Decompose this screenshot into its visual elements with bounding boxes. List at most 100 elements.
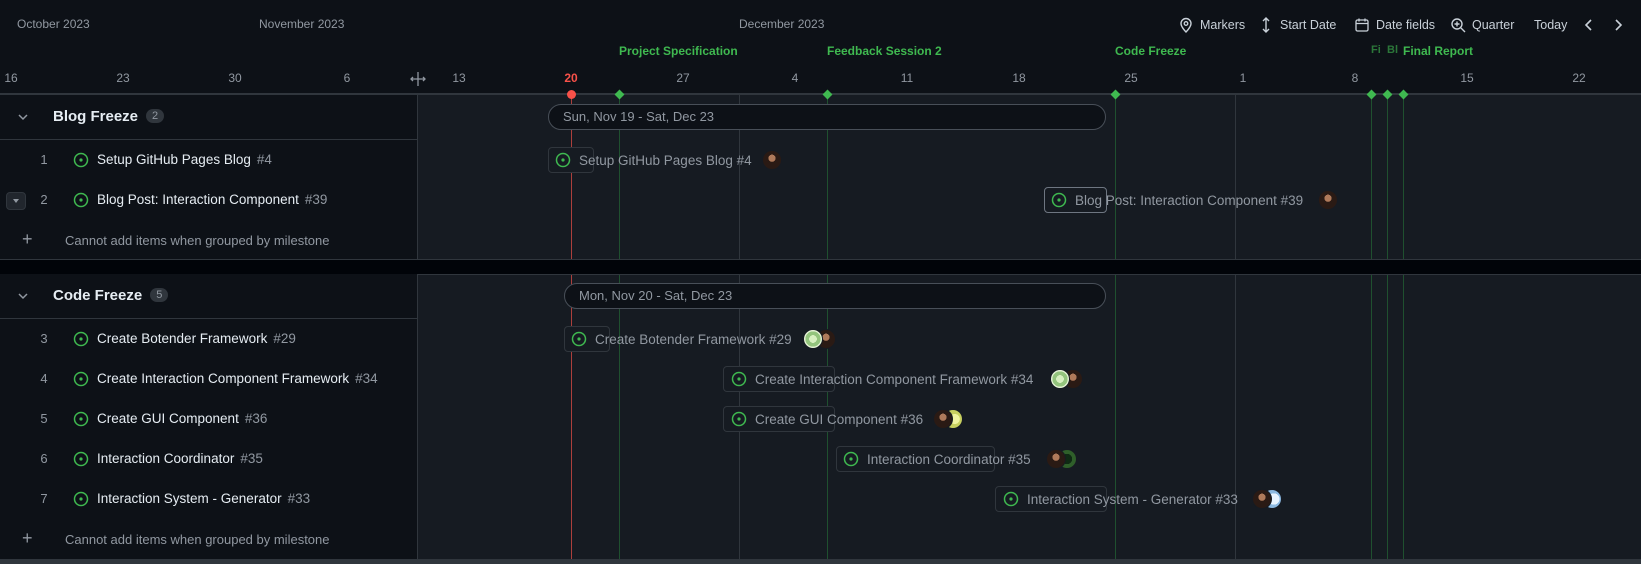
milestone-line [1403,95,1404,559]
issue-number: #35 [240,451,263,466]
issue-open-icon [73,411,89,427]
day-label: 25 [1124,71,1138,85]
chevron-down-icon[interactable] [16,289,30,303]
bar-label: Create Botender Framework #29 [595,332,792,347]
avatar[interactable] [803,329,823,349]
row-title[interactable]: Interaction Coordinator #35 [97,451,263,466]
month-label: November 2023 [259,17,345,31]
avatar[interactable] [1050,369,1070,389]
row-index: 7 [40,491,48,506]
table-row[interactable]: 1 Setup GitHub Pages Blog #4 [0,140,418,181]
row-title[interactable]: Blog Post: Interaction Component #39 [97,192,327,207]
group-header-blog-freeze[interactable]: Blog Freeze 2 [0,95,418,140]
milestone-line [827,95,828,559]
today-label: Today [1534,18,1568,32]
group-title-text: Code Freeze [53,287,143,304]
timeline-grid-code-freeze [418,274,1641,559]
table-row[interactable]: 2 Blog Post: Interaction Component #39 [0,180,418,221]
avatar[interactable] [933,409,953,429]
day-label: 15 [1460,71,1474,85]
milestone-label[interactable]: Code Freeze [1115,44,1186,58]
bar-label: Interaction Coordinator #35 [867,452,1031,467]
next-button[interactable] [1610,14,1626,36]
pane-divider[interactable] [417,95,418,259]
chevron-down-icon[interactable] [16,110,30,124]
bar-label: Setup GitHub Pages Blog #4 [579,153,752,168]
issue-title[interactable]: Create GUI Component [97,411,239,426]
chevron-left-icon [1584,19,1592,31]
avatar[interactable] [762,150,782,170]
table-row[interactable]: 4 Create Interaction Component Framework… [0,359,418,400]
table-row[interactable]: 3 Create Botender Framework #29 [0,319,418,360]
table-row[interactable]: 5 Create GUI Component #36 [0,399,418,440]
markers-label: Markers [1200,18,1246,32]
add-item-disabled-text: Cannot add items when grouped by milesto… [65,532,330,547]
milestone-label[interactable]: Bl [1387,44,1398,56]
issue-title[interactable]: Setup GitHub Pages Blog [97,152,251,167]
pane-divider[interactable] [417,274,418,559]
today-button[interactable]: Today [1534,14,1567,36]
row-index: 2 [40,192,48,207]
issue-number: #39 [304,192,328,207]
avatar[interactable] [1318,190,1338,210]
table-row[interactable]: 7 Interaction System - Generator #33 [0,479,418,520]
issue-number: #4 [256,152,272,167]
issue-open-icon [73,152,89,168]
row-title[interactable]: Create Interaction Component Framework #3… [97,371,378,386]
milestone-line [1371,95,1372,559]
group-title: Blog Freeze 2 [53,108,165,125]
row-title[interactable]: Create Botender Framework #29 [97,331,296,346]
table-row[interactable]: 6 Interaction Coordinator #35 [0,439,418,480]
group-header-code-freeze[interactable]: Code Freeze 5 [0,274,418,319]
group-count-badge: 2 [146,109,165,123]
month-label: October 2023 [17,17,90,31]
expand-row-button[interactable] [6,192,26,210]
bottom-scrollbar[interactable] [0,559,1641,564]
issue-title[interactable]: Create Botender Framework [97,331,267,346]
issue-open-icon [73,451,89,467]
markers-button[interactable]: Markers [1178,14,1245,36]
issue-title[interactable]: Interaction System - Generator [97,491,282,506]
issue-open-icon [1003,491,1019,507]
start-date-button[interactable]: Start Date [1258,14,1336,36]
day-label: 16 [4,71,18,85]
calendar-icon [1355,18,1369,32]
row-title[interactable]: Interaction System - Generator #33 [97,491,310,506]
day-label: 18 [1012,71,1026,85]
issue-number: #36 [244,411,268,426]
milestone-label[interactable]: Fi [1371,44,1381,56]
row-index: 6 [40,451,48,466]
issue-open-icon [571,331,587,347]
avatar[interactable] [1252,489,1272,509]
issue-title[interactable]: Blog Post: Interaction Component [97,192,299,207]
zoom-button[interactable]: Quarter [1450,14,1514,36]
day-label: 4 [791,71,799,85]
date-fields-button[interactable]: Date fields [1354,14,1435,36]
add-item-row: + Cannot add items when grouped by miles… [0,519,418,559]
milestone-label[interactable]: Final Report [1403,44,1473,58]
column-resize-icon[interactable] [410,71,426,87]
row-index: 4 [40,371,48,386]
previous-button[interactable] [1581,14,1597,36]
add-item-disabled-text: Cannot add items when grouped by milesto… [65,233,330,248]
bar-label: Create Interaction Component Framework #… [755,372,1034,387]
issue-open-icon [555,152,571,168]
milestone-label[interactable]: Feedback Session 2 [827,44,942,58]
month-gridline [1235,95,1236,559]
milestone-range-pill[interactable]: Sun, Nov 19 - Sat, Dec 23 [548,104,1106,130]
group-separator [0,259,1641,275]
milestone-range-pill[interactable]: Mon, Nov 20 - Sat, Dec 23 [564,283,1106,309]
avatar[interactable] [1046,449,1066,469]
row-title[interactable]: Create GUI Component #36 [97,411,267,426]
today-day-label: 20 [564,71,578,85]
issue-title[interactable]: Interaction Coordinator [97,451,234,466]
day-label: 13 [452,71,466,85]
milestone-label[interactable]: Project Specification [619,44,738,58]
issue-open-icon [73,371,89,387]
issue-title[interactable]: Create Interaction Component Framework [97,371,349,386]
start-date-label: Start Date [1280,18,1337,32]
issue-open-icon [731,371,747,387]
issue-number: #29 [273,331,296,346]
row-title[interactable]: Setup GitHub Pages Blog #4 [97,152,272,167]
day-label: 22 [1572,71,1586,85]
